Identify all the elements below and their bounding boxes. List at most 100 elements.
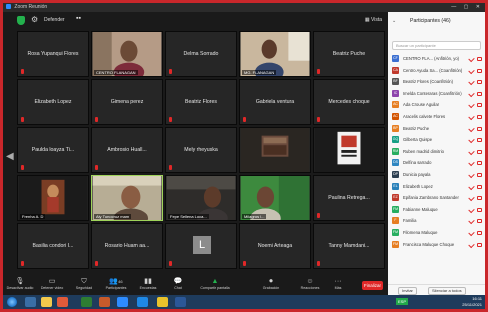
muted-mic-icon[interactable] <box>468 194 475 202</box>
video-off-icon[interactable] <box>477 138 482 143</box>
previous-page-icon[interactable]: ◀ <box>6 151 14 162</box>
more-button[interactable]: ··· Más <box>323 277 353 290</box>
active-speaker-video-tile[interactable]: Aly Tunocruz mam <box>91 175 163 221</box>
video-off-icon[interactable] <box>477 68 482 73</box>
video-tile[interactable]: Rosario Huam aa... <box>91 223 163 269</box>
participant-search-input[interactable]: Buscar un participante <box>392 41 481 50</box>
reactions-button[interactable]: ☺ Reacciones <box>295 277 325 290</box>
video-tile[interactable]: Paulina Retrega... <box>313 175 385 221</box>
video-off-icon[interactable] <box>477 230 482 235</box>
video-off-icon[interactable] <box>477 172 482 177</box>
video-off-icon[interactable] <box>477 219 482 224</box>
video-off-icon[interactable] <box>477 207 482 212</box>
word-icon[interactable] <box>175 297 186 307</box>
video-off-icon[interactable] <box>477 161 482 166</box>
video-tile[interactable]: Fepe Sellena Loca... <box>165 175 237 221</box>
video-off-icon[interactable] <box>477 126 482 131</box>
muted-mic-icon[interactable] <box>468 229 475 237</box>
video-tile[interactable]: Beatriz Puche <box>313 31 385 77</box>
muted-mic-icon[interactable] <box>468 183 475 190</box>
stop-video-button[interactable]: ▭ Detener video <box>37 277 67 290</box>
video-tile[interactable]: MG. FLANAGAN <box>239 31 311 77</box>
system-clock[interactable]: 16:11 25/11/2021 <box>462 296 482 308</box>
muted-mic-icon[interactable] <box>468 148 475 155</box>
chrome-icon[interactable] <box>157 297 168 307</box>
video-off-icon[interactable] <box>477 103 482 108</box>
video-tile[interactable]: L <box>165 223 237 269</box>
video-tile[interactable]: Noemi Arteaga <box>239 223 311 269</box>
encryption-shield-icon[interactable] <box>17 16 25 25</box>
muted-mic-icon[interactable] <box>468 171 475 179</box>
participant-row[interactable]: DP Dunicia payala <box>392 169 484 181</box>
window-controls[interactable]: — ▢ ✕ <box>451 3 483 12</box>
mute-audio-button[interactable]: 🎙 Desactivar audio <box>5 277 35 290</box>
participant-row[interactable]: FM Filomena Maluque <box>392 227 484 239</box>
muted-mic-icon[interactable] <box>468 136 475 144</box>
muted-mic-icon[interactable] <box>468 113 475 121</box>
video-tile[interactable]: Tanny Mamdani... <box>313 223 385 269</box>
participant-row[interactable]: BF Beatriz Flores (Coanfitrión) <box>392 76 484 88</box>
video-off-icon[interactable] <box>477 242 482 247</box>
participant-row[interactable]: BP Beatriz Puche <box>392 123 484 135</box>
video-tile[interactable] <box>313 127 385 173</box>
participant-row[interactable]: FM Fabianne Maluque <box>392 204 484 216</box>
internet-explorer-icon[interactable] <box>25 297 36 307</box>
video-tile[interactable]: Paulda loayza Ti... <box>17 127 89 173</box>
video-tile[interactable] <box>239 127 311 173</box>
muted-mic-icon[interactable] <box>468 67 475 74</box>
file-explorer-icon[interactable] <box>41 297 52 307</box>
video-tile[interactable]: CENTRO FLANAGAN <box>91 31 163 77</box>
invite-button[interactable]: Invitar <box>398 287 417 295</box>
video-off-icon[interactable] <box>477 149 482 154</box>
participant-row[interactable]: EL Elizabeth Lopez <box>392 181 484 193</box>
participant-row[interactable]: DS Delfina sarrado <box>392 157 484 169</box>
participant-row[interactable]: RM Ruben madrid dimitrio <box>392 146 484 158</box>
muted-mic-icon[interactable] <box>468 79 475 86</box>
participant-row[interactable]: FM Francisca Maluque Choque <box>392 239 484 251</box>
participant-row[interactable]: CA Centro Ayuda Sa... (Coanfitrión) <box>392 65 484 77</box>
muted-mic-icon[interactable] <box>468 90 475 97</box>
participant-row[interactable]: CF CENTRO FLA... (Anfitrión, yo) <box>392 53 484 65</box>
grid-icon[interactable]: ▪▪ <box>76 15 81 22</box>
participant-row[interactable]: EZ Epifania Zambrano Santander <box>392 192 484 204</box>
muted-mic-icon[interactable] <box>468 125 475 132</box>
participant-row[interactable]: AC Aracelis calvete Flores <box>392 111 484 123</box>
muted-mic-icon[interactable] <box>468 206 475 213</box>
powerpoint-icon[interactable] <box>99 297 110 307</box>
video-tile[interactable]: Mercedes choque <box>313 79 385 125</box>
participant-row[interactable]: IC Imelda Conteraras (Coanfitrión) <box>392 88 484 100</box>
participant-row[interactable]: AC Ada Crouse Aguilar <box>392 99 484 111</box>
chat-button[interactable]: 💬 Chat <box>163 277 193 290</box>
participant-row[interactable]: F Familia <box>392 215 484 227</box>
video-tile[interactable]: Basilia condori I... <box>17 223 89 269</box>
video-tile[interactable]: Frenha A. D <box>17 175 89 221</box>
language-indicator[interactable]: ESP <box>396 298 409 305</box>
video-off-icon[interactable] <box>477 57 482 61</box>
gear-icon[interactable]: ⚙ <box>31 15 38 24</box>
view-button[interactable]: ▦ Vista <box>365 17 382 23</box>
video-tile[interactable]: Rosa Yupanqui Flores <box>17 31 89 77</box>
polls-button[interactable]: ▮▮ Encuestas <box>133 277 163 290</box>
mute-all-button[interactable]: Silenciar a todos <box>428 287 466 295</box>
video-off-icon[interactable] <box>477 80 482 85</box>
start-button[interactable] <box>7 297 17 307</box>
video-tile[interactable]: Elizabeth Lopez <box>17 79 89 125</box>
muted-mic-icon[interactable] <box>468 218 475 225</box>
video-tile[interactable]: Gabriela ventura <box>239 79 311 125</box>
participants-button[interactable]: 👥46 Participantes <box>101 277 131 290</box>
security-button[interactable]: ⛉ Seguridad <box>69 277 99 290</box>
muted-mic-icon[interactable] <box>468 102 475 109</box>
video-off-icon[interactable] <box>477 196 482 201</box>
record-button[interactable]: ⏺ Grabación <box>249 277 293 290</box>
video-tile[interactable]: Mely rheyuska <box>165 127 237 173</box>
end-meeting-button[interactable]: Finalizar <box>362 281 383 290</box>
share-screen-button[interactable]: ▲ Compartir pantalla <box>195 277 235 290</box>
participant-row[interactable]: GQ Gilberta Quispe <box>392 134 484 146</box>
video-tile[interactable]: Ambrosio Huall... <box>91 127 163 173</box>
muted-mic-icon[interactable] <box>468 241 475 248</box>
video-off-icon[interactable] <box>477 114 482 119</box>
video-off-icon[interactable] <box>477 91 482 96</box>
media-player-icon[interactable] <box>57 297 68 307</box>
muted-mic-icon[interactable] <box>468 160 475 167</box>
video-tile[interactable]: Beatriz Flores <box>165 79 237 125</box>
